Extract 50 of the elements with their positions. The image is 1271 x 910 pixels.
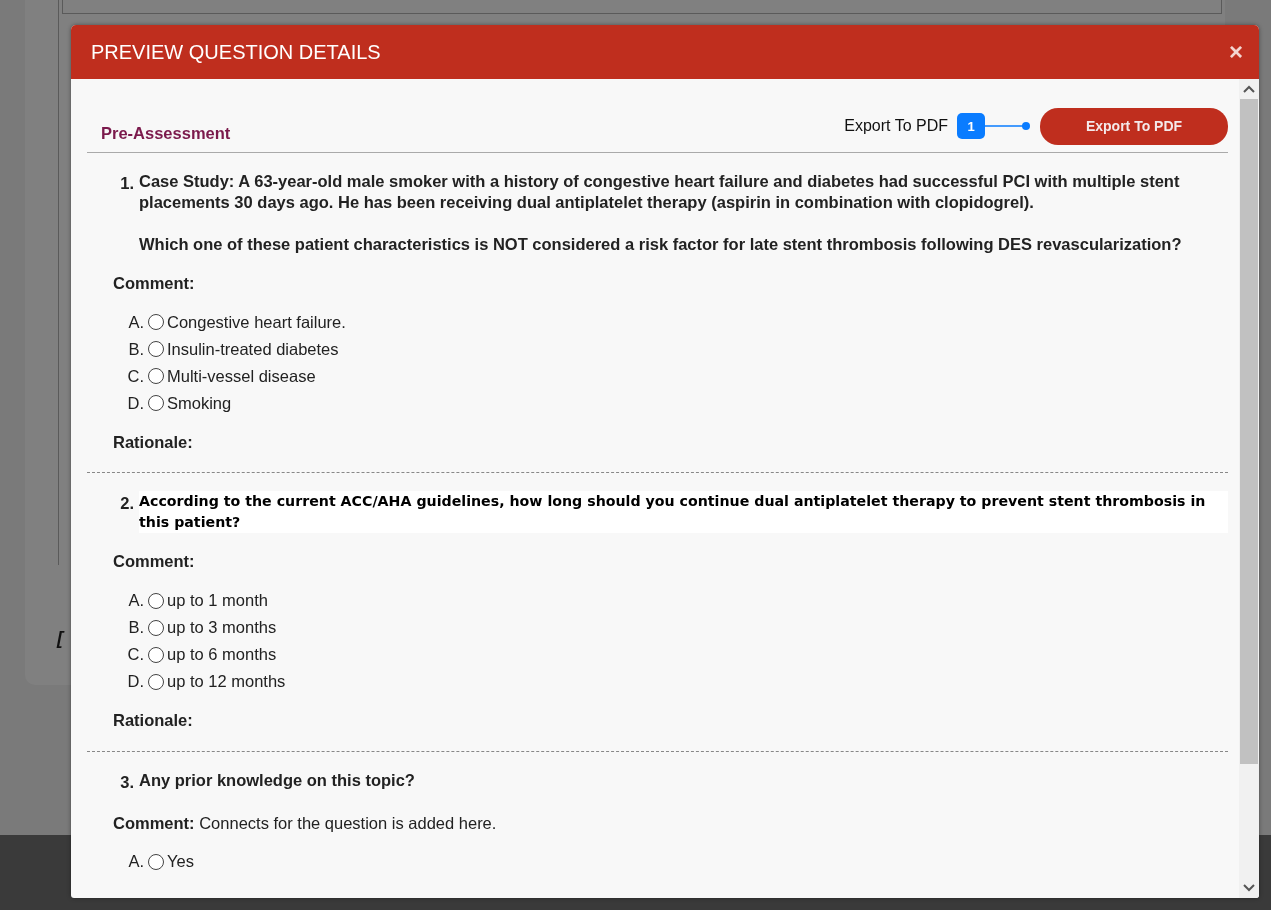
radio-button[interactable] [148,673,164,690]
background-text: [ [57,627,63,650]
comment-label: Comment: [113,273,195,292]
radio-button[interactable] [148,368,164,384]
export-button[interactable]: Export To PDF [1040,107,1228,145]
option-label[interactable]: Insulin-treated diabetes [167,336,339,362]
modal-title: PREVIEW QUESTION DETAILS [91,40,381,65]
radio-button[interactable] [148,314,164,330]
option-letter: B. [127,617,144,639]
question-number: 2. [119,493,134,515]
section-title: Pre-Assessment [101,123,231,144]
option-letter: C. [126,365,144,387]
option-label[interactable]: Smoking [167,390,232,416]
option-letter: A. [127,311,144,333]
question-number: 1. [119,172,134,194]
option-letter: D. [126,392,144,414]
option-label[interactable]: up to 12 months [167,669,286,694]
question-text: Case Study: A 63-year-old male smoker with a history of congestive heart failure and diabetes had successful PCI with multiple stent placements 30 days ago. He has been receiving dual antiplatelet therapy (aspirin in combination with clopidogrel). [139,170,1181,213]
rationale-label: Rationale: [113,432,193,451]
radio-button[interactable] [148,341,164,357]
leader-line [985,121,1031,132]
close-button[interactable]: × [1229,40,1243,64]
radio-button[interactable] [148,395,164,411]
comment-label: Comment: [113,552,195,571]
option-letter: A. [127,851,144,873]
option-letter: C. [126,644,144,666]
radio-button[interactable] [148,592,164,609]
radio-button[interactable] [148,853,164,870]
option-label[interactable]: up to 6 months [167,642,277,667]
option-label[interactable]: Multi-vessel disease [167,363,316,389]
scrollbar-thumb[interactable] [1240,99,1258,764]
rationale-label: Rationale: [113,711,193,729]
question-text: Any prior knowledge on this topic? [139,769,415,791]
scrollbar[interactable] [1239,79,1259,898]
comment-text: Connects for the question is added here. [199,813,497,832]
option-label[interactable]: Congestive heart failure. [167,309,346,335]
radio-button[interactable] [148,619,164,636]
option-label[interactable]: Yes [167,849,194,875]
question-text: According to the current ACC/AHA guidelines, how long should you continue dual antiplatelet therapy to prevent stent thrombosis in this patient? [139,491,1228,534]
option-letter: D. [126,671,144,693]
option-label[interactable]: up to 3 months [167,615,277,640]
option-label[interactable]: up to 1 month [167,588,268,613]
option-letter: A. [127,590,144,612]
option-letter: B. [127,338,144,360]
callout-badge: 1 [957,113,985,140]
comment-label: Comment: [113,813,195,832]
callout-label: Export To PDF [844,116,948,137]
radio-button[interactable] [148,646,164,663]
question-text: Which one of these patient characteristics is NOT considered a risk factor for late stent thrombosis following DES revascularization? [139,233,1183,255]
question-number: 3. [119,771,134,793]
